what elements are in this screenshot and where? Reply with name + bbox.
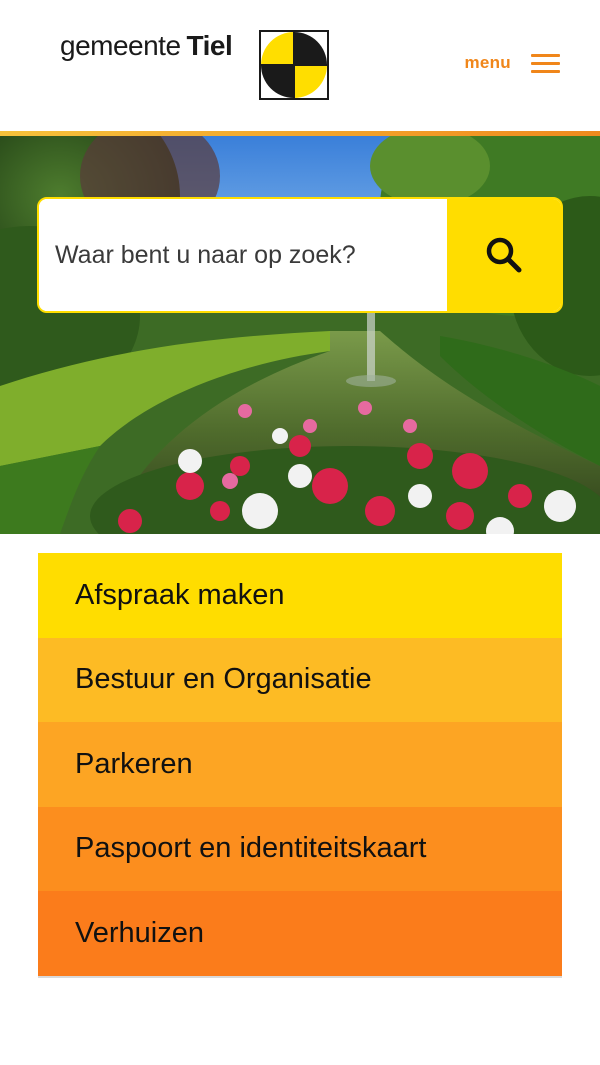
- quick-link-item[interactable]: Afspraak maken: [38, 553, 562, 638]
- logo-emblem-icon: [259, 30, 329, 100]
- quick-link-item[interactable]: Bestuur en Organisatie: [38, 637, 562, 722]
- quick-links: Afspraak maken Bestuur en Organisatie Park…: [38, 553, 562, 978]
- menu-label: menu: [464, 53, 511, 72]
- menu-button[interactable]: menu: [464, 52, 560, 74]
- search-button[interactable]: [447, 199, 561, 311]
- search-input[interactable]: [39, 199, 447, 311]
- logo-text: gemeente Tiel: [60, 30, 233, 62]
- search-bar: [37, 197, 563, 313]
- site-header: gemeente Tiel menu: [0, 0, 600, 131]
- hamburger-icon: [531, 52, 560, 74]
- hero-image: [0, 136, 600, 534]
- logo[interactable]: gemeente Tiel: [60, 30, 329, 100]
- quick-link-item[interactable]: Paspoort en identiteitskaart: [38, 806, 562, 891]
- search-icon: [486, 237, 522, 273]
- quick-link-item[interactable]: Verhuizen: [38, 891, 562, 976]
- logo-prefix: gemeente: [60, 30, 181, 61]
- quick-link-item[interactable]: Parkeren: [38, 722, 562, 807]
- logo-name: Tiel: [186, 30, 233, 61]
